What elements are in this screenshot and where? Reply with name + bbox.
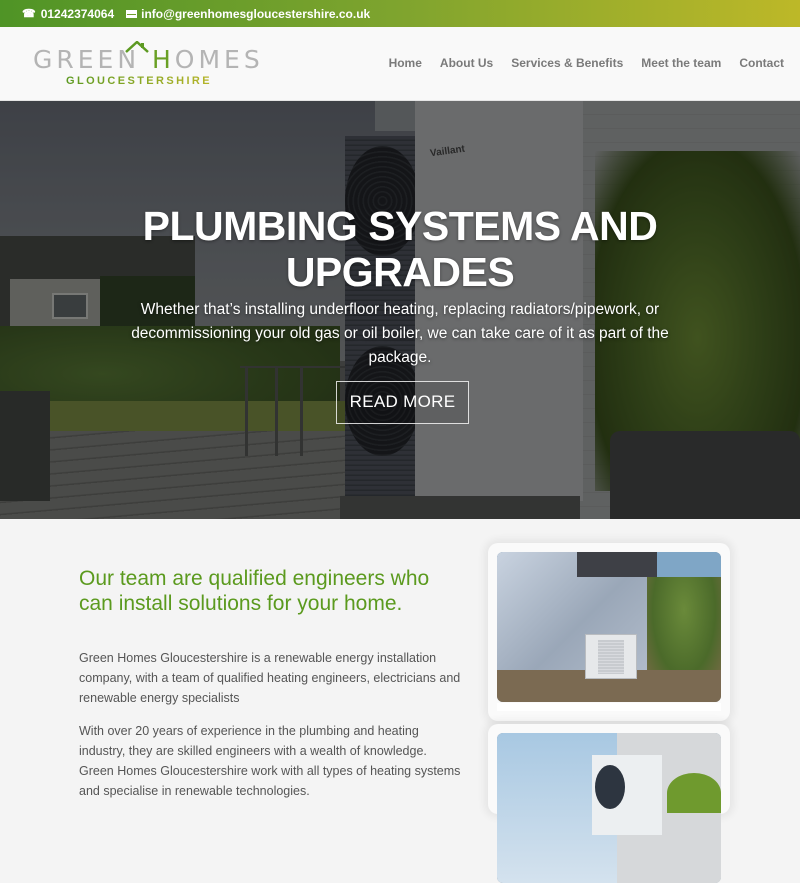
nav-contact[interactable]: Contact	[739, 56, 784, 70]
heat-pump-unit-photo	[497, 733, 721, 883]
about-heading: Our team are qualified engineers who can…	[79, 567, 430, 615]
about-paragraph-1: Green Homes Gloucestershire is a renewab…	[79, 651, 461, 705]
envelope-icon	[126, 9, 138, 18]
hero-description: Whether that’s installing underfloor hea…	[131, 301, 669, 366]
site-logo[interactable]: GREEN HOMES GLOUCESTERSHIRE	[33, 41, 260, 91]
hero-content: PLUMBING SYSTEMS AND UPGRADES Whether th…	[0, 101, 800, 519]
about-section: Our team are qualified engineers who can…	[0, 519, 800, 883]
phone-link[interactable]: ☎ 01242374064	[22, 7, 114, 21]
read-more-button[interactable]: READ MORE	[336, 381, 469, 424]
nav-meet-the-team[interactable]: Meet the team	[641, 56, 721, 70]
phone-icon: ☎	[22, 8, 36, 20]
phone-number: 01242374064	[40, 6, 115, 21]
about-paragraph-2: With over 20 years of experience in the …	[79, 724, 461, 798]
heat-pump-house-photo	[497, 552, 721, 702]
logo-wordmark: GREEN HOMES	[33, 45, 264, 74]
top-contact-bar: ☎ 01242374064 info@greenhomesgloucesters…	[0, 0, 800, 27]
logo-letter-h: H	[151, 45, 175, 74]
hero-banner: Vaillant PLUMBING SYSTEMS AND UPGRADES W…	[0, 101, 800, 519]
image-caption-strip	[497, 703, 721, 711]
nav-home[interactable]: Home	[389, 56, 422, 70]
gallery-image-card[interactable]	[488, 543, 730, 721]
email-address: info@greenhomesgloucestershire.co.uk	[141, 6, 371, 21]
email-link[interactable]: info@greenhomesgloucestershire.co.uk	[126, 7, 370, 21]
logo-word-green: GREEN	[33, 45, 152, 74]
site-header: GREEN HOMES GLOUCESTERSHIRE Home About U…	[0, 27, 800, 101]
logo-word-omes: OMES	[174, 45, 264, 74]
nav-about-us[interactable]: About Us	[440, 56, 493, 70]
nav-services-benefits[interactable]: Services & Benefits	[511, 56, 623, 70]
logo-subtitle: GLOUCESTERSHIRE	[66, 75, 213, 87]
hero-title: PLUMBING SYSTEMS AND UPGRADES	[142, 203, 658, 295]
gallery-image-card[interactable]	[488, 724, 730, 883]
main-nav: Home About Us Services & Benefits Meet t…	[371, 56, 784, 70]
